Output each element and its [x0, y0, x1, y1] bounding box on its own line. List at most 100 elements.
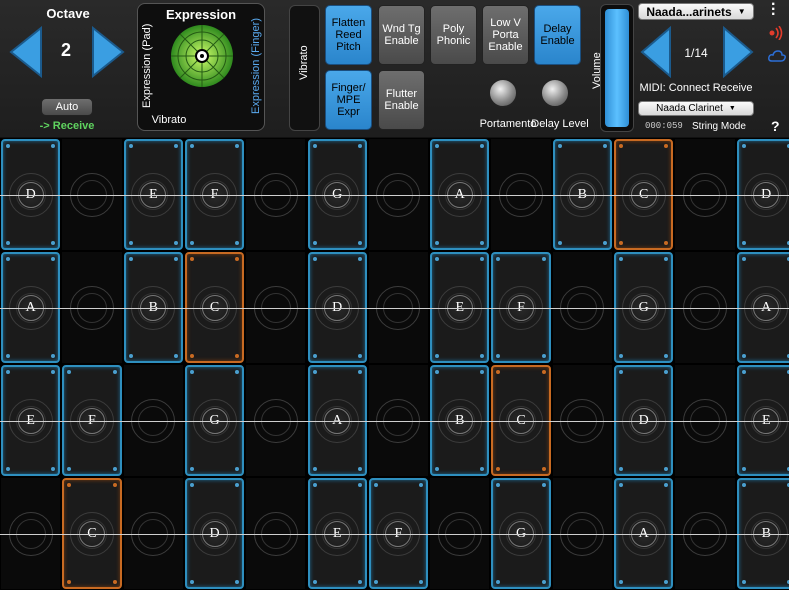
screw-dot — [312, 257, 317, 261]
portamento-label: Portamento — [479, 118, 537, 130]
screw-dot — [480, 354, 485, 358]
octave-down-button[interactable] — [8, 26, 44, 78]
screw-dot — [357, 144, 362, 148]
screw-dot — [496, 467, 501, 471]
screw-dot — [112, 483, 117, 487]
screw-dot — [189, 483, 194, 487]
expression-pad[interactable]: Expression Expression (Pad) Expression (… — [137, 3, 265, 131]
preset-prev-button[interactable] — [638, 26, 674, 78]
screw-dot — [480, 257, 485, 261]
screw-dot — [357, 580, 362, 584]
instrument-dropdown[interactable]: Naada Clarinet ▼ — [638, 101, 754, 116]
screw-dot — [664, 144, 669, 148]
screw-dot — [619, 467, 623, 471]
screw-dot — [112, 467, 117, 471]
screw-dot — [235, 257, 240, 261]
screw-dot — [173, 354, 178, 358]
radar-target-icon — [171, 25, 233, 87]
screw-dot — [6, 257, 10, 261]
expression-vibrato-label: Vibrato — [151, 114, 187, 126]
vibrato-slider[interactable]: Vibrato — [289, 5, 320, 131]
delay-level-knob[interactable] — [540, 78, 570, 108]
expression-pad-label: Expression (Pad) — [141, 23, 153, 108]
screw-dot — [741, 580, 746, 584]
expression-title: Expression — [165, 7, 237, 22]
preset-next-button[interactable] — [720, 26, 756, 78]
screw-dot — [664, 257, 669, 261]
delay-level-label: Delay Level — [531, 118, 589, 130]
delay-enable-button[interactable]: Delay Enable — [534, 5, 581, 65]
triangle-left-icon — [640, 26, 671, 78]
preset-position: 1/14 — [684, 46, 708, 60]
screw-dot — [51, 467, 56, 471]
string-line — [0, 420, 789, 422]
screw-dot — [235, 467, 240, 471]
screw-dot — [6, 241, 10, 245]
screw-dot — [128, 257, 133, 261]
screw-dot — [664, 370, 669, 374]
screw-dot — [67, 370, 72, 374]
triangle-left-icon — [9, 26, 42, 78]
screw-dot — [496, 483, 501, 487]
screw-dot — [541, 354, 546, 358]
screw-dot — [480, 370, 485, 374]
screw-dot — [312, 144, 317, 148]
screw-dot — [173, 144, 178, 148]
screw-dot — [51, 241, 56, 245]
screw-dot — [619, 241, 623, 245]
time-display: 000:059 — [645, 121, 683, 131]
screw-dot — [67, 483, 72, 487]
screw-dot — [189, 354, 194, 358]
cloud-icon[interactable] — [768, 50, 786, 62]
screw-dot — [67, 580, 72, 584]
octave-value: 2 — [60, 40, 71, 60]
screw-dot — [6, 467, 10, 471]
midi-status: MIDI: Connect Receive — [639, 82, 753, 94]
octave-up-button[interactable] — [90, 26, 126, 78]
screw-dot — [664, 483, 669, 487]
poly-phonic-button[interactable]: Poly Phonic — [430, 5, 477, 65]
more-vertical-icon[interactable]: · · · — [771, 0, 776, 23]
screw-dot — [480, 241, 485, 245]
toolbar: Octave 2 Auto -> Receive Expression Expr… — [0, 0, 789, 138]
screw-dot — [435, 370, 440, 374]
screw-dot — [6, 354, 10, 358]
screw-dot — [373, 580, 378, 584]
bank-dropdown[interactable]: Naada...arinets ▼ — [638, 3, 754, 20]
wnd-tg-enable-button[interactable]: Wnd Tg Enable — [378, 5, 425, 65]
screw-dot — [189, 370, 194, 374]
screw-dot — [741, 144, 746, 148]
screw-dot — [741, 483, 746, 487]
portamento-knob[interactable] — [488, 78, 518, 108]
screw-dot — [541, 257, 546, 261]
screw-dot — [6, 144, 10, 148]
screw-dot — [67, 467, 72, 471]
help-icon[interactable]: ? — [771, 118, 780, 134]
screw-dot — [128, 144, 133, 148]
screw-dot — [619, 144, 623, 148]
screw-dot — [235, 580, 240, 584]
screw-dot — [480, 467, 485, 471]
auto-button[interactable]: Auto — [41, 98, 93, 116]
flatten-reed-pitch-button[interactable]: Flatten Reed Pitch — [325, 5, 372, 65]
screw-dot — [235, 144, 240, 148]
receive-label: -> Receive — [39, 120, 95, 132]
string-mode-label: String Mode — [692, 121, 746, 132]
screw-dot — [51, 370, 56, 374]
volume-slider[interactable]: Volume — [591, 4, 634, 132]
screw-dot — [496, 354, 501, 358]
low-v-porta-button[interactable]: Low V Porta Enable — [482, 5, 529, 65]
screw-dot — [419, 580, 424, 584]
screw-dot — [435, 241, 440, 245]
string-line — [0, 533, 789, 535]
screw-dot — [357, 370, 362, 374]
screw-dot — [496, 580, 501, 584]
flutter-enable-button[interactable]: Flutter Enable — [378, 70, 425, 130]
screw-dot — [6, 370, 10, 374]
screw-dot — [435, 257, 440, 261]
finger-mpe-expr-button[interactable]: Finger/ MPE Expr — [325, 70, 372, 130]
screw-dot — [312, 580, 317, 584]
broadcast-icon[interactable] — [768, 26, 786, 40]
screw-dot — [128, 241, 133, 245]
screw-dot — [741, 467, 746, 471]
